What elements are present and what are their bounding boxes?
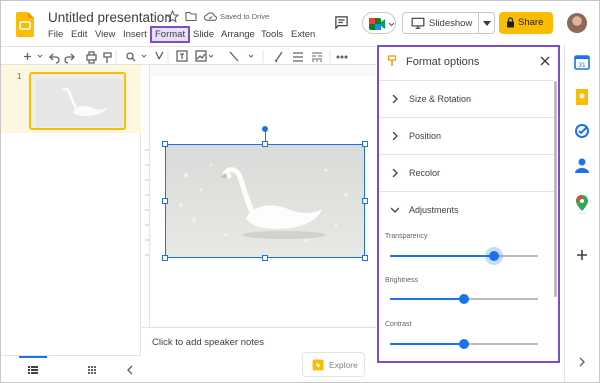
resize-handle-n[interactable] xyxy=(262,141,268,147)
resize-handle-se[interactable] xyxy=(362,255,368,261)
slides-logo-icon[interactable] xyxy=(16,12,34,37)
slider-fill xyxy=(390,298,464,300)
resize-handle-ne[interactable] xyxy=(362,141,368,147)
menu-slide[interactable]: Slide xyxy=(193,29,214,40)
add-icon xyxy=(577,250,587,260)
chevron-right-icon xyxy=(392,95,398,103)
lock-icon xyxy=(507,17,514,28)
contacts-icon xyxy=(575,158,589,173)
section-size-rotation[interactable]: Size & Rotation xyxy=(379,80,554,117)
menu-format-label: Format xyxy=(155,29,186,40)
vertical-ruler xyxy=(142,65,150,327)
slider-thumb[interactable] xyxy=(488,251,499,261)
speaker-notes-placeholder[interactable]: Click to add speaker notes xyxy=(152,337,264,348)
resize-handle-sw[interactable] xyxy=(162,255,168,261)
share-label: Share xyxy=(518,17,544,28)
keep-icon xyxy=(576,89,588,105)
panel-scrollbar[interactable] xyxy=(554,81,557,297)
side-panel-rail: 31 xyxy=(564,45,599,382)
maps-icon xyxy=(576,195,588,211)
document-title[interactable]: Untitled presentation xyxy=(48,10,172,25)
slider-thumb[interactable] xyxy=(459,294,469,304)
slideshow-icon xyxy=(411,17,425,29)
resize-handle-e[interactable] xyxy=(362,198,368,204)
chevron-down-icon[interactable] xyxy=(483,21,491,27)
slider-fill xyxy=(390,255,494,257)
menu-edit[interactable]: Edit xyxy=(71,29,87,40)
toolbar xyxy=(1,46,376,65)
menu-view[interactable]: View xyxy=(95,29,115,40)
resize-handle-w[interactable] xyxy=(162,198,168,204)
format-options-icon xyxy=(387,55,397,67)
section-label: Position xyxy=(409,131,442,141)
menu-file[interactable]: File xyxy=(48,29,63,40)
panel-title: Format options xyxy=(406,56,480,68)
menu-tools[interactable]: Tools xyxy=(261,29,283,40)
star-icon[interactable] xyxy=(166,10,179,23)
transparency-label: Transparency xyxy=(385,233,428,240)
cloud-saved-icon xyxy=(204,11,217,22)
resize-handle-s[interactable] xyxy=(262,255,268,261)
menu-extensions[interactable]: Exten xyxy=(291,29,315,40)
swan-image[interactable] xyxy=(165,144,365,258)
section-position[interactable]: Position xyxy=(379,117,554,154)
slide-number: 1 xyxy=(17,72,22,81)
contrast-slider[interactable] xyxy=(390,339,538,349)
slider-fill xyxy=(390,343,464,345)
app-window: Untitled presentation Saved to Drive Fil… xyxy=(0,0,600,383)
meet-button[interactable] xyxy=(362,12,396,34)
share-button[interactable]: Share xyxy=(499,12,553,34)
comment-history-icon[interactable] xyxy=(334,15,349,30)
chevron-right-icon xyxy=(392,132,398,140)
tasks-icon xyxy=(575,124,589,138)
explore-button[interactable]: Explore xyxy=(302,352,365,377)
menu-insert[interactable]: Insert xyxy=(123,29,147,40)
section-label: Recolor xyxy=(409,168,441,178)
svg-text:31: 31 xyxy=(578,62,586,69)
avatar[interactable] xyxy=(567,13,587,33)
menu-format[interactable]: Format xyxy=(150,26,190,43)
slideshow-button[interactable]: Slideshow xyxy=(402,12,495,34)
menu-arrange[interactable]: Arrange xyxy=(221,29,255,40)
explore-label: Explore xyxy=(329,360,358,370)
rotate-handle[interactable] xyxy=(262,126,268,132)
chevron-right-icon xyxy=(392,169,398,177)
section-label: Size & Rotation xyxy=(409,94,472,104)
slideshow-label: Slideshow xyxy=(429,18,473,29)
contrast-label: Contrast xyxy=(385,321,412,328)
section-recolor[interactable]: Recolor xyxy=(379,154,554,191)
filmstrip-footer xyxy=(1,355,141,382)
calendar-icon: 31 xyxy=(574,55,590,70)
slider-thumb[interactable] xyxy=(459,339,469,349)
brightness-slider[interactable] xyxy=(390,294,538,304)
brightness-label: Brightness xyxy=(385,277,419,284)
section-label: Adjustments xyxy=(409,205,459,215)
resize-handle-nw[interactable] xyxy=(162,141,168,147)
close-icon[interactable] xyxy=(540,56,550,66)
chevron-right-icon xyxy=(579,357,585,367)
save-status: Saved to Drive xyxy=(220,12,270,21)
transparency-slider[interactable] xyxy=(390,251,538,261)
move-folder-icon[interactable] xyxy=(185,11,197,22)
section-adjustments[interactable]: Adjustments xyxy=(379,191,554,228)
chevron-down-icon xyxy=(391,207,399,213)
slide-thumbnail[interactable] xyxy=(29,72,126,130)
explore-icon xyxy=(312,359,324,371)
